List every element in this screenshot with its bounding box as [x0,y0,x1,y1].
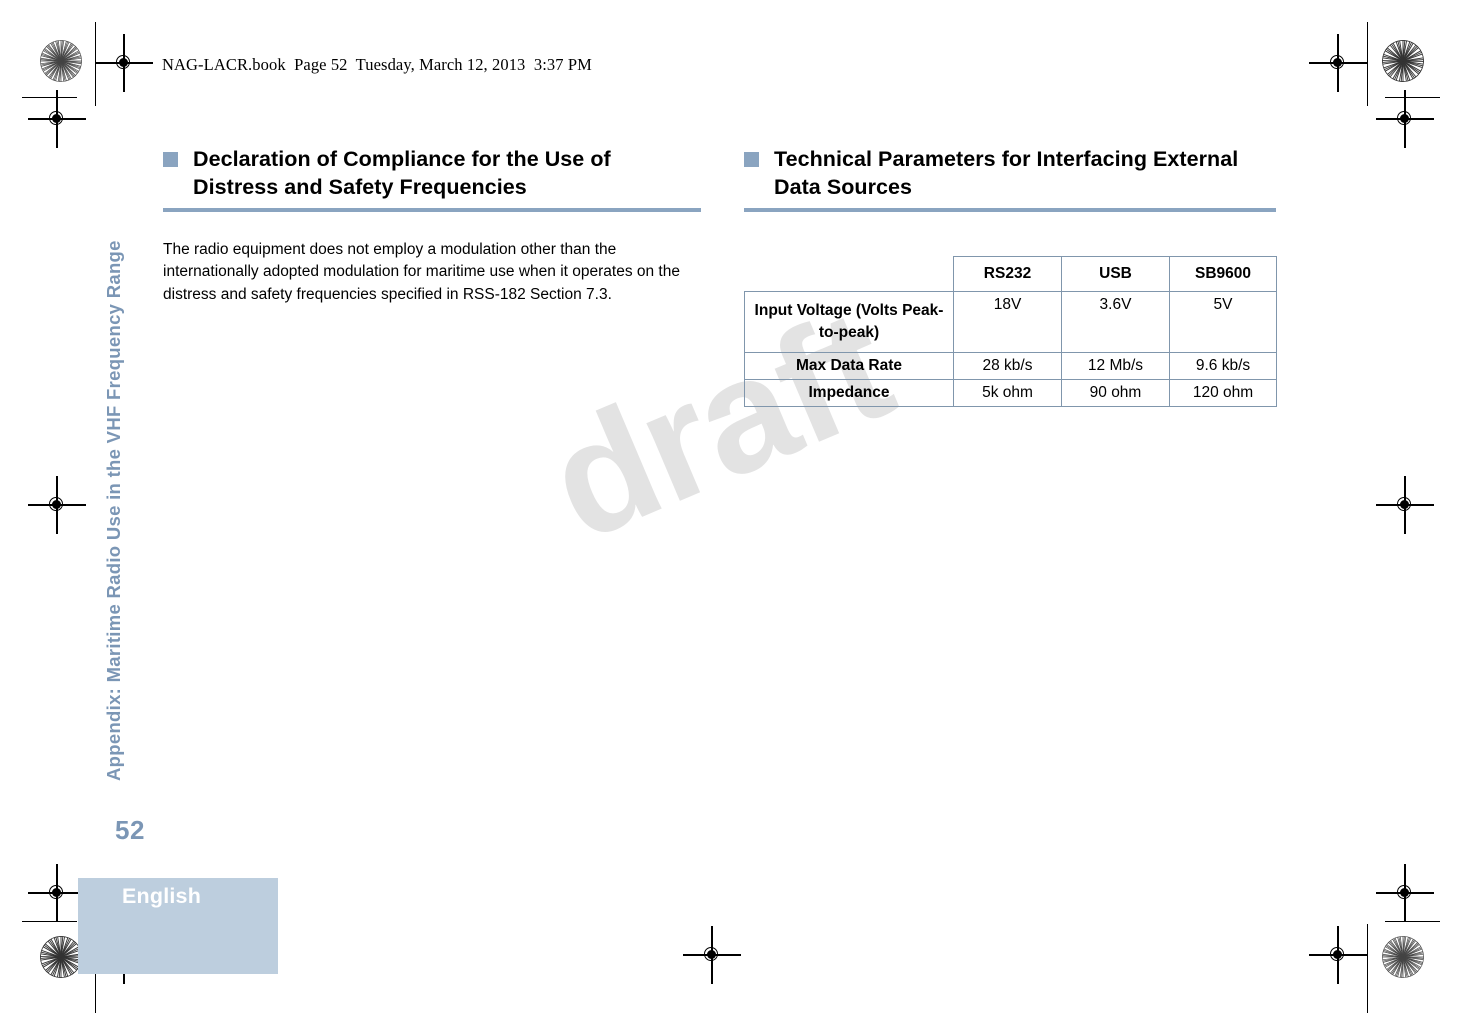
crop-line-lower-left-horizontal [22,921,77,923]
registration-mark-top-right [1309,34,1367,92]
left-section-paragraph: The radio equipment does not employ a mo… [163,240,680,303]
left-section-divider [163,208,701,212]
technical-parameters-table: RS232 USB SB9600 Input Voltage (Volts Pe… [744,255,1277,407]
registration-mark-middle-left [28,476,86,534]
registration-mark-bottom-right [1309,926,1367,984]
left-column: Declaration of Compliance for the Use of… [163,145,701,322]
color-target-star-bottom-right [1382,936,1424,978]
square-bullet-icon [163,152,178,167]
table-row: Impedance 5k ohm 90 ohm 120 ohm [744,378,1277,407]
registration-mark-middle-right [1376,476,1434,534]
registration-mark-bottom-center [683,926,741,984]
color-target-star-top-left [40,40,82,82]
table-header-row: RS232 USB SB9600 [744,255,1277,292]
table-cell: 28 kb/s [953,351,1062,380]
running-title-vertical: Appendix: Maritime Radio Use in the VHF … [103,240,124,781]
table-cell: 12 Mb/s [1061,351,1170,380]
file-header-stamp: NAG-LACR.book Page 52 Tuesday, March 12,… [162,55,592,74]
right-section-heading: Technical Parameters for Interfacing Ext… [744,145,1276,201]
registration-mark-lower-left-corner [28,864,86,922]
left-section-heading: Declaration of Compliance for the Use of… [163,145,701,201]
table-column-header: USB [1061,255,1170,292]
color-target-star-top-right [1382,40,1424,82]
table-cell: 9.6 kb/s [1169,351,1277,380]
table-cell: 120 ohm [1169,378,1277,407]
left-section-title: Declaration of Compliance for the Use of… [193,147,611,199]
table-row-label: Input Voltage (Volts Peak-to-peak) [744,290,954,353]
table-row: Max Data Rate 28 kb/s 12 Mb/s 9.6 kb/s [744,351,1277,380]
table-cell: 5k ohm [953,378,1062,407]
crop-line-top-left-vertical [95,22,97,106]
registration-mark-upper-right-corner [1376,90,1434,148]
crop-line-upper-left-horizontal [22,97,77,99]
table-corner-cell [744,256,954,292]
table-cell: 18V [953,290,1062,353]
table-column-header: RS232 [953,255,1062,292]
table-column-header: SB9600 [1169,255,1277,292]
right-column: Technical Parameters for Interfacing Ext… [744,145,1277,407]
right-section-divider [744,208,1276,212]
registration-mark-lower-right-corner [1376,864,1434,922]
crop-line-bottom-right-vertical [1367,924,1369,1013]
crop-line-top-right-vertical [1367,22,1369,106]
crop-line-lower-right-horizontal [1385,921,1440,923]
table-cell: 90 ohm [1061,378,1170,407]
square-bullet-icon [744,152,759,167]
table-cell: 5V [1169,290,1277,353]
page-number: 52 [115,815,145,845]
table-cell: 3.6V [1061,290,1170,353]
table-row-label: Impedance [744,378,954,407]
color-target-star-bottom-left [40,936,82,978]
registration-mark-top-left [95,34,153,92]
table-row-label: Max Data Rate [744,351,954,380]
crop-line-upper-right-horizontal [1385,97,1440,99]
language-tab-label: English [122,884,202,908]
table-row: Input Voltage (Volts Peak-to-peak) 18V 3… [744,290,1277,353]
right-section-title: Technical Parameters for Interfacing Ext… [774,147,1239,199]
registration-mark-upper-left-corner [28,90,86,148]
